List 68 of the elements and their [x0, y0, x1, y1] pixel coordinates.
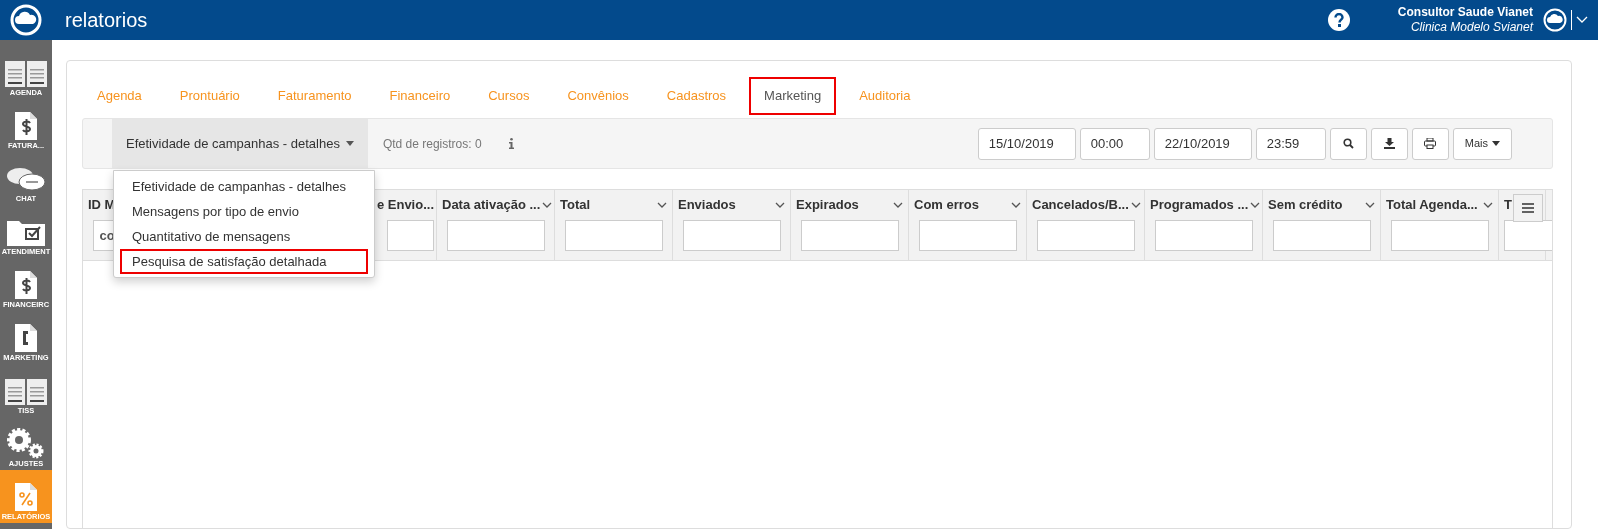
book-icon: [4, 378, 48, 406]
percent-document-icon: [14, 482, 38, 512]
menu-item[interactable]: Quantitativo de mensagens: [120, 224, 368, 249]
report-tab[interactable]: Marketing: [749, 77, 837, 115]
end-date-field[interactable]: 22/10/2019: [1153, 127, 1252, 160]
menu-icon: [1522, 203, 1534, 213]
chevron-down-icon: [1130, 202, 1141, 208]
print-button[interactable]: [1411, 127, 1449, 160]
download-button[interactable]: [1370, 127, 1408, 160]
phone-document-icon: [14, 323, 38, 353]
page-title: relatorios: [65, 8, 148, 33]
filter-field[interactable]: [446, 220, 545, 251]
cloud-logo-icon[interactable]: [1543, 8, 1567, 32]
column-header[interactable]: Enviados: [678, 195, 736, 215]
search-icon: [1342, 138, 1354, 149]
start-time-field[interactable]: 00:00: [1079, 127, 1150, 160]
report-select[interactable]: Efetividade de campanhas - detalhes: [112, 119, 368, 168]
menu-item[interactable]: Mensagens por tipo de envio: [120, 199, 368, 224]
print-icon: [1424, 138, 1437, 149]
menu-item[interactable]: Efetividade de campanhas - detalhes: [120, 174, 368, 199]
chevron-down-icon[interactable]: [1576, 16, 1588, 24]
filter-field[interactable]: [800, 220, 899, 251]
filter-field[interactable]: [682, 220, 781, 251]
chevron-down-icon: [893, 202, 903, 208]
help-icon[interactable]: [1327, 9, 1350, 31]
column-header[interactable]: Expirados: [796, 195, 859, 215]
chevron-down-icon: [1011, 202, 1021, 208]
column-header[interactable]: T: [1504, 195, 1512, 215]
column-header[interactable]: Sem crédito: [1268, 195, 1343, 215]
chevron-down-icon: [542, 202, 553, 208]
chevron-down-icon: [1250, 202, 1261, 208]
filter-field[interactable]: [1272, 220, 1371, 251]
column-header[interactable]: Total: [560, 195, 591, 215]
search-button[interactable]: [1329, 127, 1367, 160]
column-header[interactable]: Total Agenda...: [1386, 195, 1478, 215]
caret-icon: [345, 141, 354, 146]
filter-field[interactable]: [387, 220, 434, 251]
chevron-down-icon: [775, 202, 785, 208]
column-header[interactable]: Programados ...: [1150, 195, 1249, 215]
dollar-document-icon: [14, 111, 38, 141]
column-header[interactable]: e Envio...: [376, 195, 434, 215]
download-icon: [1383, 138, 1395, 149]
record-count: Qtd de registros: 0: [382, 135, 482, 153]
chevron-down-icon: [657, 202, 667, 208]
menu-item[interactable]: Pesquisa de satisfação detalhada: [120, 249, 368, 274]
cloud-logo-icon: [10, 4, 42, 36]
column-header[interactable]: Cancelados/B...: [1032, 195, 1129, 215]
filter-field[interactable]: [1036, 220, 1135, 251]
filter-field[interactable]: [1390, 220, 1489, 251]
clinic-name: Clinica Modelo Svianet: [1410, 20, 1533, 35]
dollar-document-icon: [14, 270, 38, 300]
filter-field[interactable]: [918, 220, 1017, 251]
filter-field[interactable]: [564, 220, 663, 251]
start-date-field[interactable]: 15/10/2019: [977, 127, 1076, 160]
info-icon[interactable]: [508, 138, 514, 149]
gears-icon: [6, 427, 46, 459]
book-icon: [4, 60, 48, 88]
caret-icon: [1492, 141, 1500, 146]
user-name: Consultor Saude Vianet: [1397, 5, 1533, 20]
column-menu-button[interactable]: [1513, 194, 1543, 222]
column-header[interactable]: Data ativação ...: [442, 195, 541, 215]
more-button[interactable]: Mais: [1452, 127, 1512, 160]
chevron-down-icon: [1365, 202, 1375, 208]
end-time-field[interactable]: 23:59: [1255, 127, 1326, 160]
filter-field[interactable]: [1154, 220, 1253, 251]
filter-field[interactable]: [1504, 220, 1552, 251]
column-header[interactable]: Com erros: [914, 195, 980, 215]
chevron-down-icon: [1483, 202, 1493, 208]
